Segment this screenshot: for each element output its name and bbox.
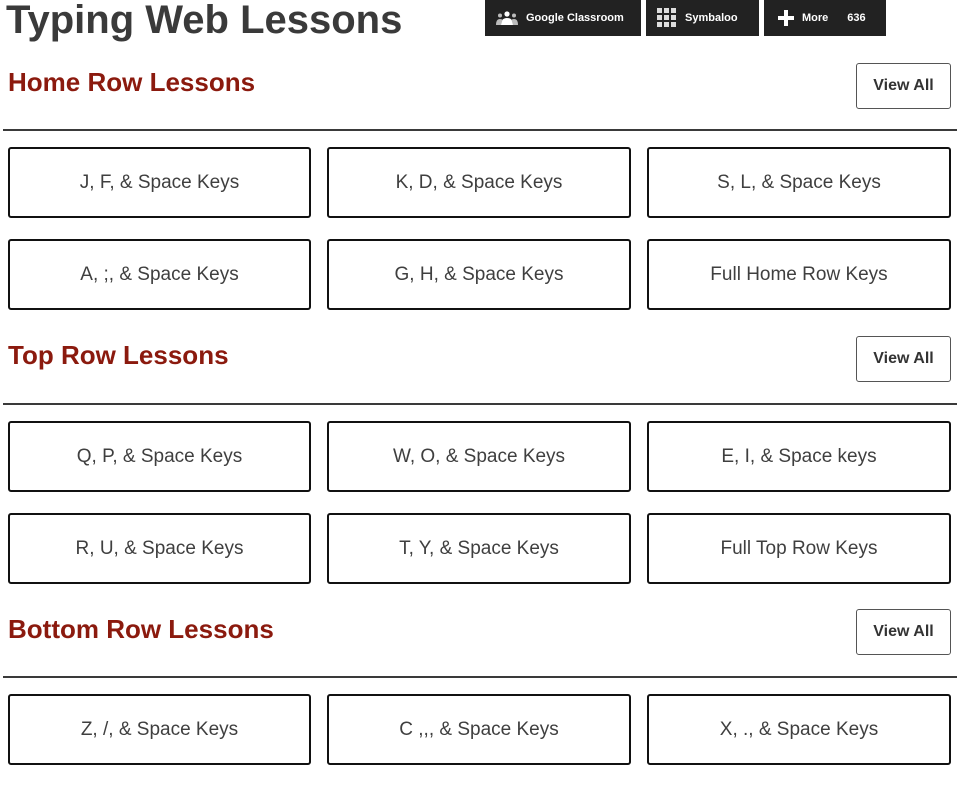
page-title: Typing Web Lessons xyxy=(6,0,403,42)
lesson-button[interactable]: T, Y, & Space Keys xyxy=(327,513,631,584)
view-all-button[interactable]: View All xyxy=(856,63,951,109)
section-divider xyxy=(3,676,957,678)
section-divider xyxy=(3,129,957,131)
lesson-button[interactable]: W, O, & Space Keys xyxy=(327,421,631,492)
share-count: 636 xyxy=(847,12,866,24)
grid-icon xyxy=(657,8,677,28)
google-classroom-label: Google Classroom xyxy=(526,12,624,24)
lesson-button[interactable]: X, ., & Space Keys xyxy=(647,694,951,765)
symbaloo-label: Symbaloo xyxy=(685,12,738,24)
lesson-button[interactable]: A, ;, & Space Keys xyxy=(8,239,311,310)
view-all-button[interactable]: View All xyxy=(856,336,951,382)
view-all-button[interactable]: View All xyxy=(856,609,951,655)
lesson-button[interactable]: J, F, & Space Keys xyxy=(8,147,311,218)
more-share-button[interactable]: More 636 xyxy=(764,0,886,36)
lesson-button[interactable]: Full Top Row Keys xyxy=(647,513,951,584)
lesson-button[interactable]: K, D, & Space Keys xyxy=(327,147,631,218)
lesson-button[interactable]: Full Home Row Keys xyxy=(647,239,951,310)
share-bar: Google Classroom Symbaloo More 636 xyxy=(485,0,886,36)
lesson-button[interactable]: Q, P, & Space Keys xyxy=(8,421,311,492)
lesson-button[interactable]: C ,,, & Space Keys xyxy=(327,694,631,765)
lesson-button[interactable]: Z, /, & Space Keys xyxy=(8,694,311,765)
section-title: Top Row Lessons xyxy=(8,340,229,370)
lesson-button[interactable]: E, I, & Space keys xyxy=(647,421,951,492)
lesson-button[interactable]: S, L, & Space Keys xyxy=(647,147,951,218)
google-classroom-icon xyxy=(496,11,518,25)
plus-icon xyxy=(778,10,794,26)
lesson-button[interactable]: R, U, & Space Keys xyxy=(8,513,311,584)
lesson-grid: Q, P, & Space Keys W, O, & Space Keys E,… xyxy=(8,421,951,584)
google-classroom-button[interactable]: Google Classroom xyxy=(485,0,641,36)
more-label: More xyxy=(802,12,829,24)
lesson-grid: J, F, & Space Keys K, D, & Space Keys S,… xyxy=(8,147,951,310)
section-divider xyxy=(3,403,957,405)
section-title: Home Row Lessons xyxy=(8,67,256,97)
symbaloo-button[interactable]: Symbaloo xyxy=(646,0,759,36)
lesson-button[interactable]: G, H, & Space Keys xyxy=(327,239,631,310)
section-title: Bottom Row Lessons xyxy=(8,614,274,644)
lesson-grid: Z, /, & Space Keys C ,,, & Space Keys X,… xyxy=(8,694,951,765)
